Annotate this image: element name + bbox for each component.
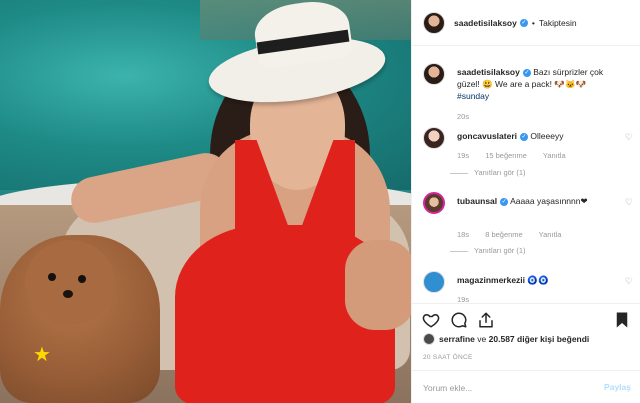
comment-likes[interactable]: 15 beğenme (485, 151, 527, 160)
comment-input[interactable] (423, 381, 583, 395)
post-timestamp[interactable]: 20 SAAT ÖNCE (423, 354, 473, 361)
comment-reply-button[interactable]: Yanıtla (543, 151, 566, 160)
verified-badge-icon: ✓ (500, 197, 509, 206)
action-bar (412, 303, 640, 333)
comment-like-heart-icon[interactable]: ♡ (625, 132, 633, 143)
avatar[interactable] (423, 11, 445, 34)
comment-text: Aaaaa yaşasınnnn❤ (510, 196, 588, 206)
comment-likes[interactable]: 8 beğenme (485, 230, 523, 239)
comment-time[interactable]: 19s (457, 295, 469, 302)
comment-username[interactable]: goncavuslateri (457, 131, 517, 141)
avatar[interactable] (423, 192, 445, 214)
post-comment-button[interactable]: Paylaş (604, 382, 631, 392)
verified-badge-icon: ✓ (519, 18, 528, 27)
view-replies-button[interactable]: Yanıtları gör (1) (474, 168, 526, 177)
caption-username[interactable]: saadetisilaksoy (457, 67, 520, 77)
woman-right-arm (345, 240, 411, 330)
dog-eye-left (48, 273, 56, 281)
comment-icon[interactable] (450, 311, 468, 329)
bookmark-icon[interactable] (613, 311, 631, 329)
comment-meta: 18s 8 beğenme Yanıtla (457, 230, 575, 239)
post-header: saadetisilaksoy ✓ • Takiptesin (412, 0, 640, 46)
header-username[interactable]: saadetisilaksoy (454, 18, 517, 28)
header-separator: • (531, 17, 535, 28)
verified-badge-icon: ✓ (522, 68, 531, 77)
dog-nose (63, 290, 73, 298)
following-status-button[interactable]: Takiptesin (539, 18, 577, 28)
likes-summary[interactable]: serrafine ve 20.587 diğer kişi beğendi (423, 333, 589, 345)
caption-meta: 20s (457, 112, 483, 121)
caption-time[interactable]: 20s (457, 112, 469, 121)
avatar[interactable] (423, 271, 445, 293)
add-comment-bar: Paylaş (412, 370, 640, 403)
hashtag-link[interactable]: #sunday (457, 91, 489, 101)
comment-username[interactable]: tubaunsal (457, 196, 497, 206)
comment-like-heart-icon[interactable]: ♡ (625, 276, 633, 287)
post-side-panel: saadetisilaksoy ✓ • Takiptesin saadetisi… (411, 0, 640, 403)
heart-icon[interactable] (422, 311, 440, 329)
comment-body: magazinmerkezii 🧿🧿 (457, 274, 607, 286)
comment-body: tubaunsal ✓ Aaaaa yaşasınnnn❤ (457, 195, 607, 207)
avatar[interactable] (423, 333, 435, 345)
view-replies-button[interactable]: Yanıtları gör (1) (474, 246, 526, 255)
comment-text: 🧿🧿 (527, 275, 549, 285)
star-icon: ★ (33, 344, 51, 366)
comment-username[interactable]: magazinmerkezii (457, 275, 525, 285)
likes-rest[interactable]: diğer kişi beğendi (517, 334, 589, 344)
comment-like-heart-icon[interactable]: ♡ (625, 197, 633, 208)
likes-count[interactable]: 20.587 (489, 334, 515, 344)
comment-reply-button[interactable]: Yanıtla (539, 230, 562, 239)
share-icon[interactable] (477, 311, 495, 329)
avatar[interactable] (423, 127, 445, 149)
comment-text: Olleeeyy (530, 131, 564, 141)
comment-time[interactable]: 18s (457, 230, 469, 239)
avatar[interactable] (423, 63, 445, 85)
comments-list[interactable]: saadetisilaksoy ✓ Bazı sürprizler çok güz… (412, 47, 640, 302)
liker-username[interactable]: serrafine (439, 334, 475, 344)
comment-body: goncavuslateri ✓ Olleeeyy (457, 130, 607, 142)
verified-badge-icon: ✓ (520, 132, 528, 141)
comment-meta: 19s (457, 295, 483, 302)
caption-body: saadetisilaksoy ✓ Bazı sürprizler çok güz… (457, 66, 607, 102)
likes-connector: ve (477, 334, 487, 344)
dog-head (25, 240, 115, 325)
comment-time[interactable]: 19s (457, 151, 469, 160)
comment-meta: 19s 15 beğenme Yanıtla (457, 151, 580, 160)
dog-eye-right (78, 275, 86, 283)
post-photo[interactable]: ★ (0, 0, 411, 403)
